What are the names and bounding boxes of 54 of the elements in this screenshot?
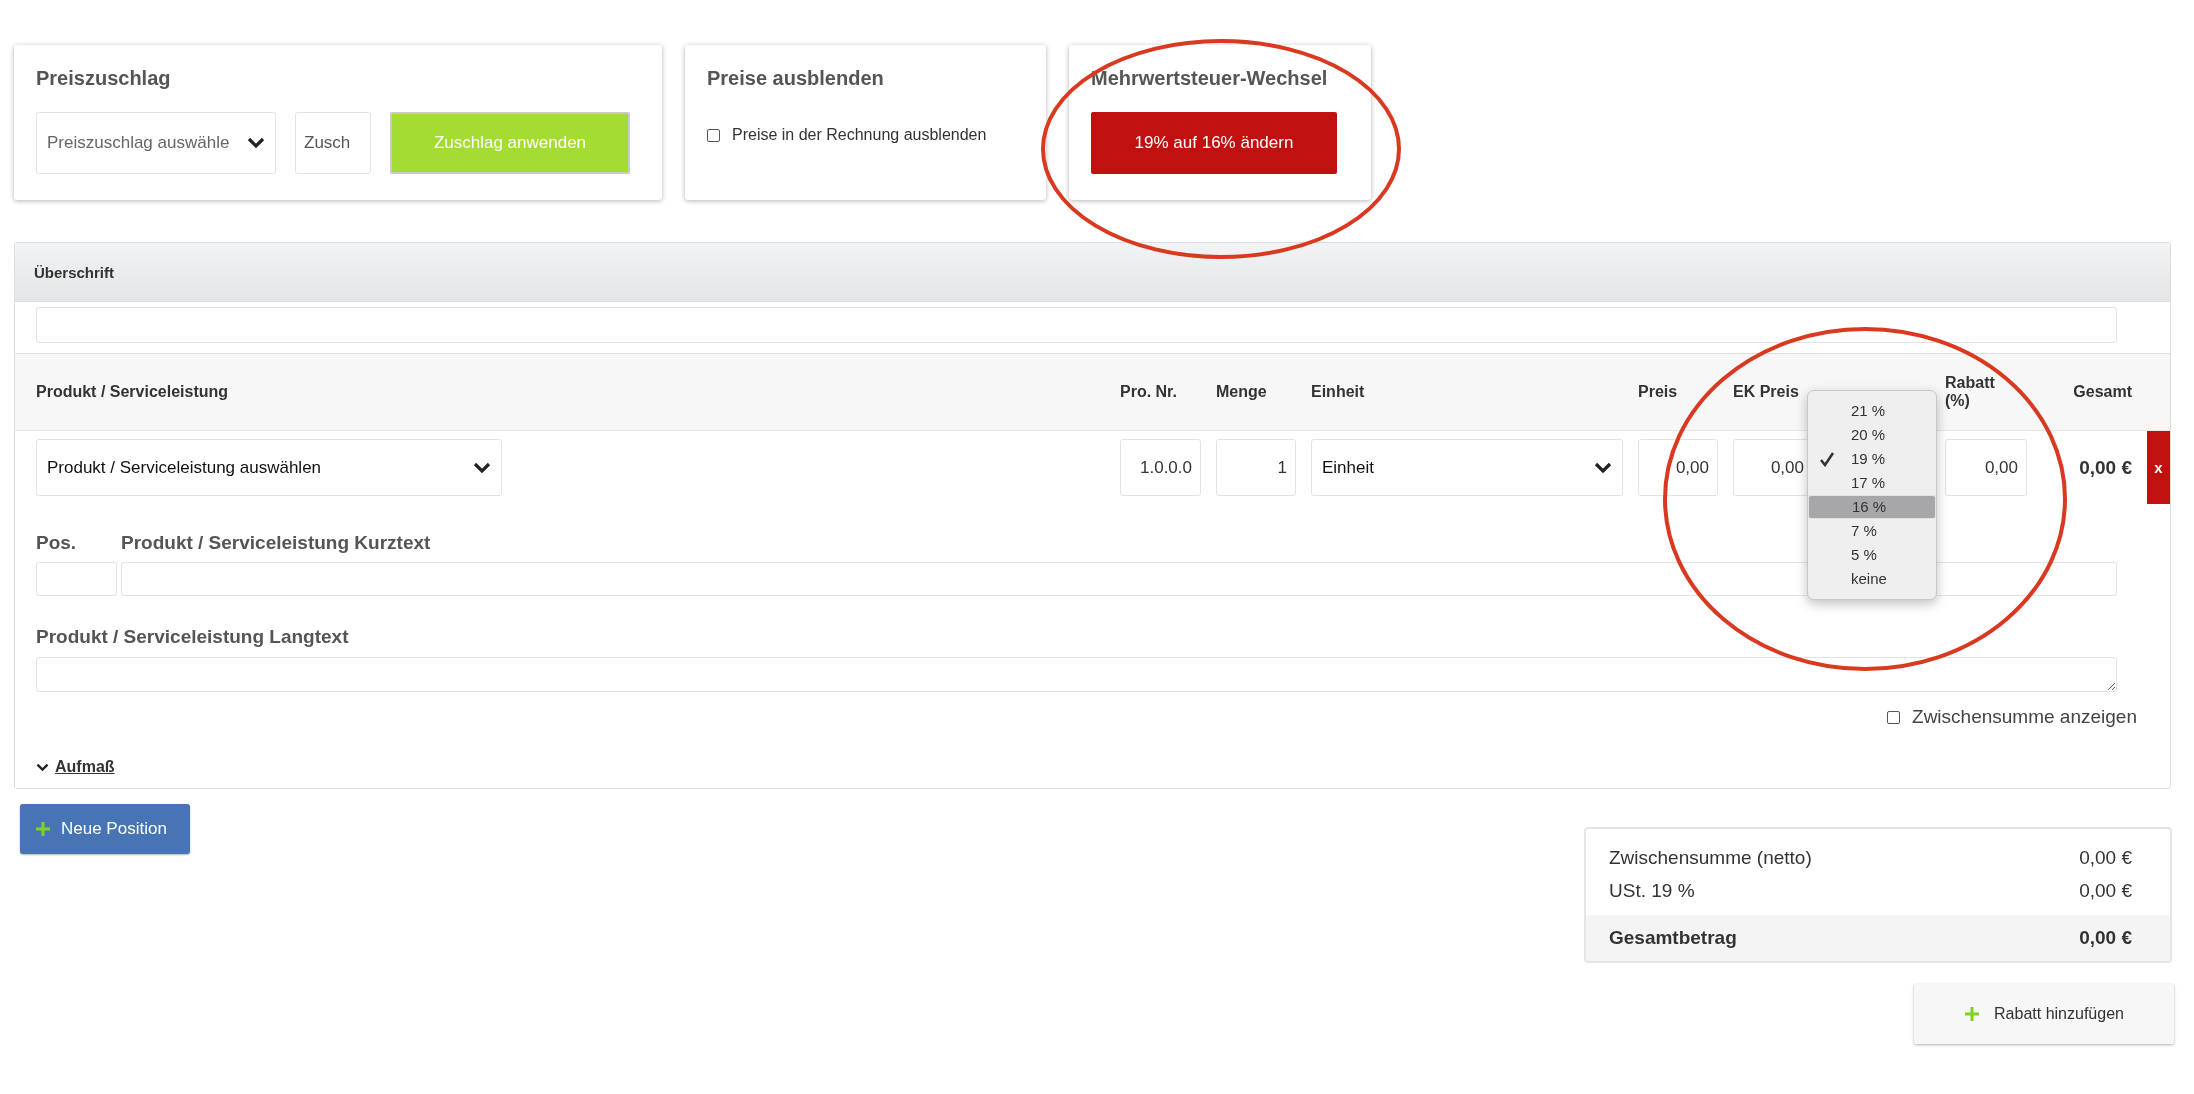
- total-label: USt. 19 %: [1609, 879, 1695, 902]
- chevron-down-icon: [247, 137, 265, 149]
- checkbox[interactable]: [707, 128, 720, 142]
- checkbox-label: Zwischensumme anzeigen: [1912, 706, 2137, 728]
- column-header: Pro. Nr.: [1120, 383, 1178, 401]
- heading-label: Überschrift: [34, 263, 115, 281]
- column-header: Gesamt: [2073, 383, 2132, 401]
- menu-item[interactable]: 7 %: [1808, 519, 1936, 543]
- plus-icon: [35, 821, 51, 837]
- product-select[interactable]: Produkt / Serviceleistung auswählen: [36, 439, 502, 496]
- card-title: Preise ausblenden: [707, 67, 884, 90]
- measurement-link[interactable]: Aufmaß: [55, 758, 115, 776]
- price-input[interactable]: 0,00: [1638, 439, 1718, 496]
- new-position-button[interactable]: Neue Position: [20, 804, 190, 854]
- column-header: Produkt / Serviceleistung: [36, 383, 230, 401]
- position-input[interactable]: [36, 562, 117, 596]
- column-header: Preis: [1638, 383, 1679, 401]
- add-discount-button[interactable]: Rabatt hinzufügen: [1914, 984, 2174, 1044]
- long-text-input[interactable]: [36, 657, 2117, 692]
- change-vat-button[interactable]: 19% auf 16% ändern: [1091, 112, 1337, 174]
- total-label: Zwischensumme (netto): [1609, 846, 1812, 869]
- plus-icon: [1964, 1006, 1981, 1022]
- total-label: Gesamtbetrag: [1609, 927, 1737, 949]
- checkbox-label: Preise in der Rechnung ausblenden: [732, 126, 987, 144]
- menu-item[interactable]: keine: [1808, 567, 1936, 591]
- field-label: Pos.: [36, 532, 78, 554]
- menu-item[interactable]: 5 %: [1808, 543, 1936, 567]
- field-label: Produkt / Serviceleistung Langtext: [36, 626, 349, 647]
- product-number-input[interactable]: 1.0.0.0: [1120, 439, 1201, 496]
- delete-button[interactable]: x: [2147, 431, 2170, 504]
- unit-select[interactable]: Einheit: [1311, 439, 1623, 496]
- total-value: 0,00 €: [2079, 927, 2132, 949]
- card-title: Mehrwertsteuer-Wechsel: [1091, 67, 1328, 90]
- chevron-down-icon: [36, 762, 49, 772]
- card-title: Preiszuschlag: [36, 67, 171, 90]
- short-text-input[interactable]: [121, 562, 2117, 596]
- surcharge-select[interactable]: Preiszuschlag auswähle: [36, 112, 276, 174]
- total-value: 0,00 €: [2079, 846, 2132, 869]
- chevron-down-icon: [1594, 461, 1612, 474]
- column-header: Rabatt (%): [1945, 374, 1996, 410]
- menu-item[interactable]: 21 %: [1808, 399, 1936, 423]
- surcharge-input[interactable]: Zusch: [295, 112, 371, 174]
- heading-input[interactable]: [36, 307, 2117, 343]
- total-value: 0,00 €: [2079, 879, 2132, 902]
- column-header: Menge: [1216, 383, 1268, 401]
- column-header: EK Preis: [1733, 383, 1800, 401]
- quantity-input[interactable]: 1: [1216, 439, 1296, 496]
- column-header: Einheit: [1311, 383, 1366, 401]
- menu-item[interactable]: 16 %: [1808, 495, 1936, 519]
- field-label: Produkt / Serviceleistung Kurztext: [121, 532, 431, 554]
- chevron-down-icon: [473, 461, 491, 474]
- line-total: 0,00 €: [2079, 455, 2132, 480]
- discount-input[interactable]: 0,00: [1945, 439, 2027, 496]
- checkbox[interactable]: [1887, 710, 1901, 724]
